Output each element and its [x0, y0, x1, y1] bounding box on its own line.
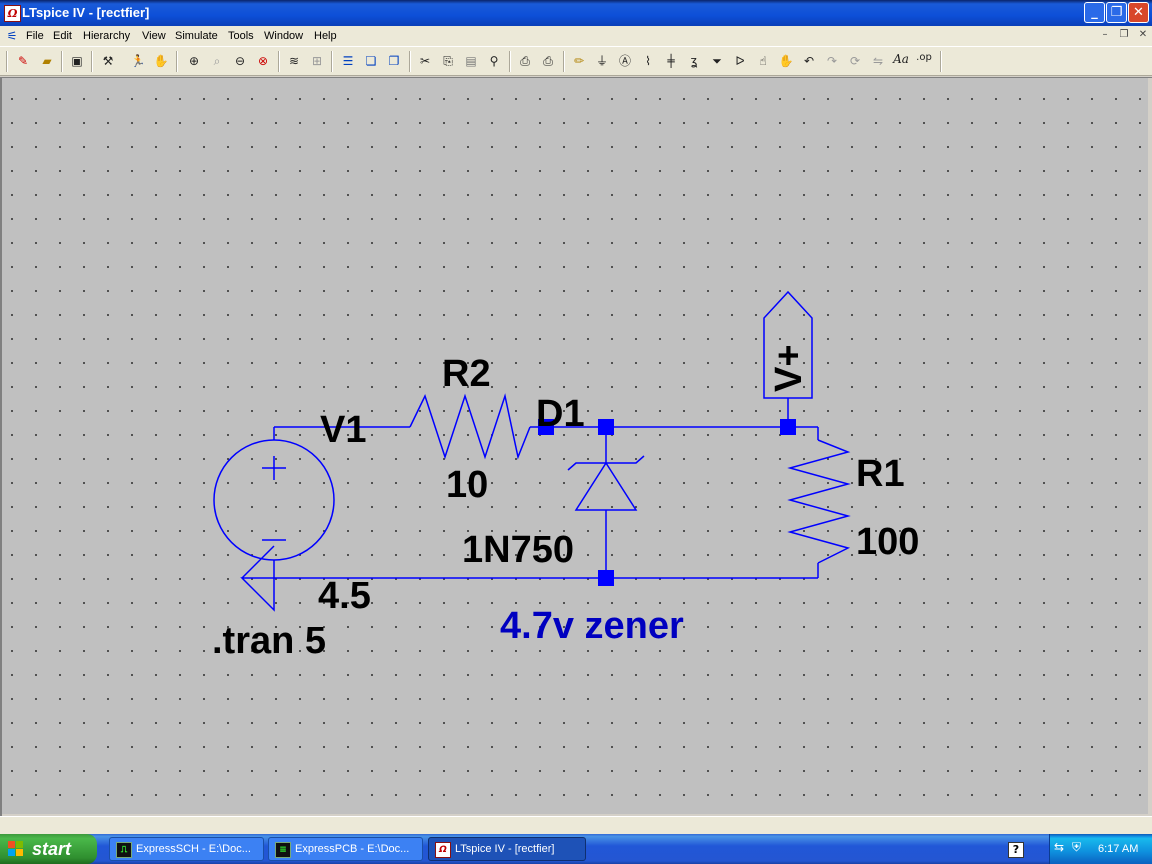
junction-dot[interactable] — [780, 419, 796, 435]
expresspcb-icon: ≡ — [275, 842, 291, 858]
source-value-label[interactable]: 4.5 — [318, 575, 371, 617]
r1-value-label[interactable]: 100 — [856, 521, 919, 563]
voltage-source-symbol[interactable] — [213, 439, 335, 561]
d1-value-label[interactable]: 1N750 — [462, 529, 574, 571]
directive-label[interactable]: .tran 5 — [212, 620, 326, 662]
expresssch-icon: ⎍ — [116, 842, 132, 858]
start-label: start — [32, 839, 72, 859]
r2-value-label[interactable]: 10 — [446, 464, 488, 506]
ltspice-logo-icon: Ω — [435, 842, 451, 858]
task-expresspcb[interactable]: ≡ ExpressPCB - E:\Doc... — [268, 837, 423, 861]
r1-name-label[interactable]: R1 — [856, 453, 905, 495]
status-area — [0, 816, 1152, 835]
junction-dot[interactable] — [598, 570, 614, 586]
task-expresssch[interactable]: ⎍ ExpressSCH - E:\Doc... — [109, 837, 264, 861]
net-label-text[interactable]: V+ — [768, 344, 810, 392]
resistor-r2-symbol[interactable] — [409, 393, 531, 460]
ground-symbol[interactable] — [240, 545, 275, 612]
task-label: ExpressPCB - E:\Doc... — [295, 843, 410, 855]
zener-diode-symbol[interactable] — [567, 455, 645, 511]
source-name-label[interactable]: V1 — [320, 409, 366, 451]
clock[interactable]: 6:17 AM — [1098, 843, 1138, 855]
comment-label[interactable]: 4.7v zener — [500, 605, 684, 647]
task-label: ExpressSCH - E:\Doc... — [136, 843, 251, 855]
resistor-r1-symbol[interactable] — [787, 439, 851, 564]
windows-logo-icon — [8, 841, 24, 857]
d1-name-label[interactable]: D1 — [536, 393, 585, 435]
help-icon[interactable]: ? — [1008, 842, 1024, 858]
security-alert-icon[interactable]: ⛨ — [1072, 840, 1081, 855]
r2-name-label[interactable]: R2 — [442, 353, 491, 395]
start-button[interactable]: start — [0, 834, 97, 864]
task-ltspice[interactable]: Ω LTspice IV - [rectfier] — [428, 837, 586, 861]
task-label: LTspice IV - [rectfier] — [455, 843, 555, 855]
junction-dot[interactable] — [598, 419, 614, 435]
network-icon[interactable]: ⇆ — [1054, 840, 1064, 854]
schematic-drawing: V1 4.5 R2 10 D1 1N750 R1 100 .tran 5 V+ … — [212, 290, 919, 662]
system-tray: ⇆ ⛨ 6:17 AM — [1049, 834, 1152, 864]
taskbar: start ⎍ ExpressSCH - E:\Doc... ≡ Express… — [0, 834, 1152, 864]
